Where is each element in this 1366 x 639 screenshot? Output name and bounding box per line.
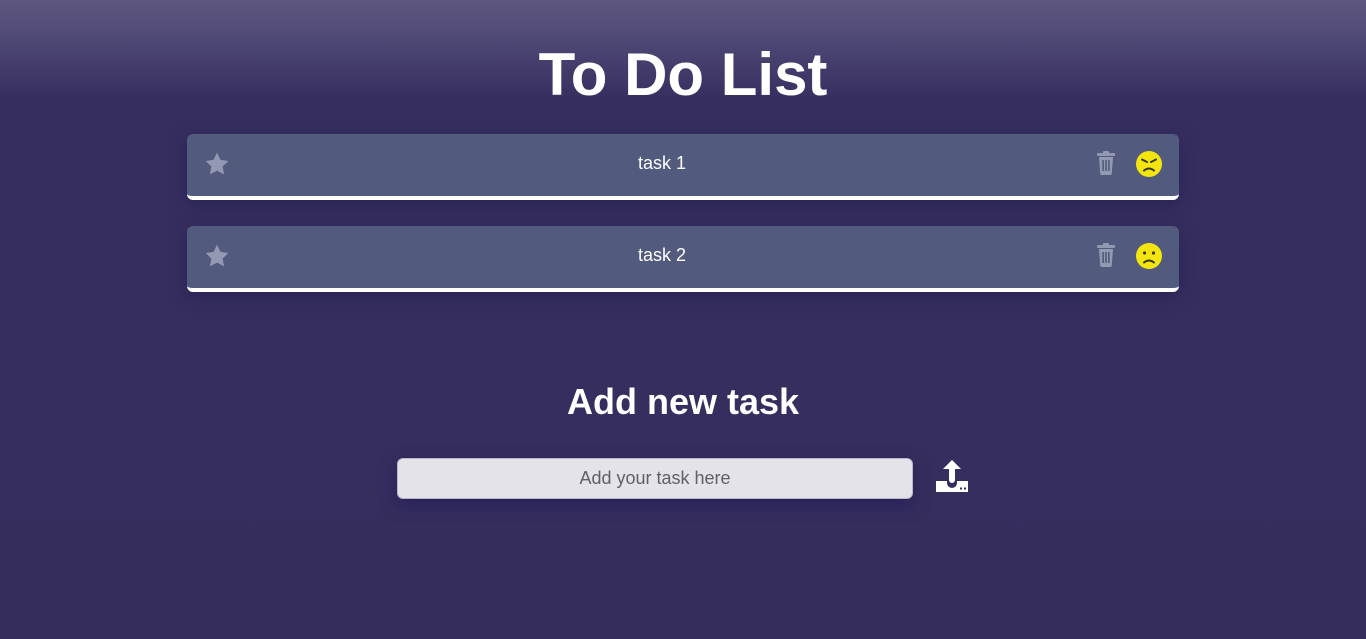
task-label: task 2	[637, 245, 687, 265]
upload-icon[interactable]	[934, 459, 970, 495]
task-item: task 1	[187, 134, 1179, 200]
task-item: task 2	[187, 226, 1179, 292]
page-title: To Do List	[538, 41, 828, 108]
angry-face-icon[interactable]	[1135, 150, 1163, 178]
task-list: task 1 task 2	[187, 134, 1179, 318]
trash-icon[interactable]	[1095, 243, 1117, 267]
add-task-title: Add new task	[566, 381, 800, 422]
task-label: task 1	[637, 153, 687, 173]
trash-icon[interactable]	[1095, 151, 1117, 175]
task-input[interactable]	[397, 458, 913, 499]
sad-face-icon[interactable]	[1135, 242, 1163, 270]
